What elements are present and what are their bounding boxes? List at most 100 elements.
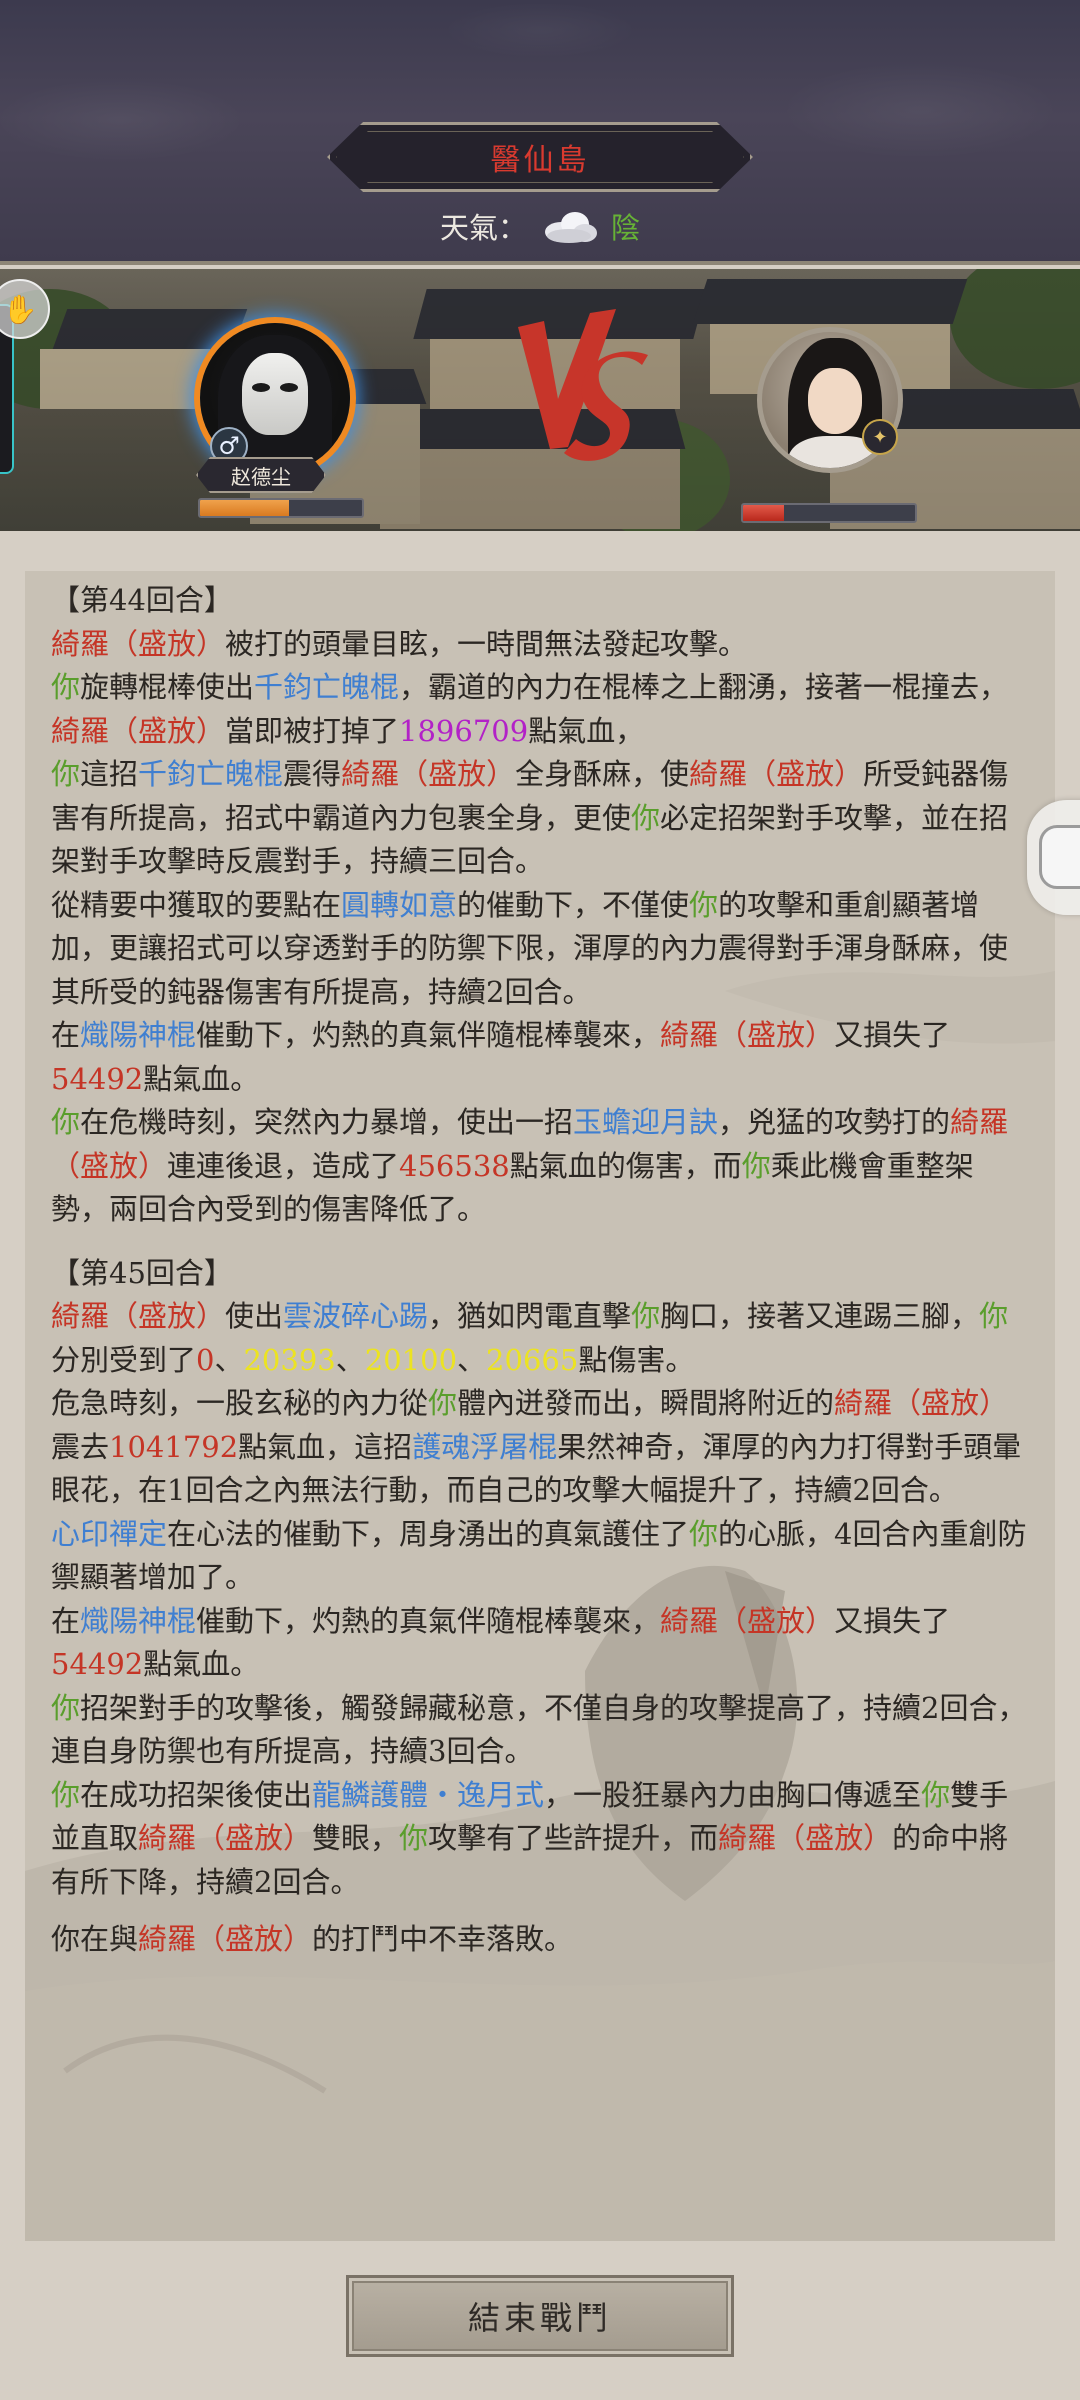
log-line: 你招架對手的攻擊後，觸發歸藏秘意，不僅自身的攻擊提高了，持續2回合，連自身防禦也… bbox=[51, 1687, 1027, 1774]
player-ref: 你 bbox=[399, 1821, 429, 1855]
enemy-name-ref: 54492 bbox=[51, 1647, 144, 1681]
log-text: 在危機時刻，突然內力暴增，使出一招 bbox=[80, 1105, 574, 1139]
log-text: 全身酥麻，使 bbox=[515, 757, 690, 791]
log-text: ，兇猛的攻勢打的 bbox=[718, 1105, 951, 1139]
skill-name: 千鈞亡魄棍 bbox=[138, 757, 284, 791]
player-ref: 你 bbox=[921, 1777, 951, 1812]
weather-row: 天氣： 陰 bbox=[0, 205, 1080, 247]
battle-log[interactable]: 【第44回合】 綺羅（盛放）被打的頭暈目眩，一時間無法發起攻擊。 你旋轉棍棒使出千… bbox=[25, 571, 1055, 2241]
enemy-name-ref: 54492 bbox=[51, 1061, 144, 1096]
log-text: 點氣血的傷害，而 bbox=[509, 1148, 742, 1183]
vs-icon bbox=[518, 309, 648, 461]
player-hp-bar bbox=[198, 498, 364, 518]
floating-assistant-button[interactable] bbox=[1027, 800, 1080, 915]
log-line: 你在成功招架後使出龍鱗護體・逸月式，一股狂暴內力由胸口傳遞至你雙手並直取綺羅（盛… bbox=[51, 1774, 1027, 1905]
log-text: 這招 bbox=[80, 757, 139, 791]
battle-banner: ✋ ♂ 赵德尘 ✦ bbox=[0, 269, 1080, 531]
enemy-name-ref: 綺羅（盛放） bbox=[138, 1821, 313, 1855]
log-text: 連連後退，造成了 bbox=[167, 1148, 400, 1183]
top-header: 醫仙島 天氣： 陰 bbox=[0, 0, 1080, 265]
log-text: 被打的頭暈目眩，一時間無法發起攻擊。 bbox=[225, 626, 748, 661]
skill-name: 雲波碎心踢 bbox=[283, 1299, 429, 1333]
assistant-icon bbox=[1039, 825, 1080, 889]
skill-name: 心印禪定 bbox=[51, 1516, 168, 1551]
skill-name: 熾陽神棍 bbox=[80, 1603, 197, 1638]
mask bbox=[242, 353, 308, 435]
log-text: 體內迸發而出，瞬間將附近的 bbox=[457, 1386, 835, 1420]
cloud-icon bbox=[545, 212, 597, 243]
battle-result-line: 你在與綺羅（盛放）的打鬥中不幸落敗。 bbox=[51, 1918, 1027, 1962]
log-text: 胸口，接著又連踢三腳， bbox=[660, 1299, 980, 1333]
log-text: 點氣血，這招 bbox=[238, 1429, 413, 1464]
log-text: ，猶如閃電直擊 bbox=[428, 1299, 632, 1333]
battle-log-text: 【第44回合】 綺羅（盛放）被打的頭暈目眩，一時間無法發起攻擊。 你旋轉棍棒使出千… bbox=[25, 571, 1055, 1962]
log-text: 點氣血。 bbox=[143, 1647, 260, 1681]
log-text: 從精要中獲取的要點在 bbox=[51, 887, 342, 922]
round-44-header: 【第44回合】 bbox=[51, 583, 233, 617]
player-ref: 你 bbox=[51, 1777, 81, 1812]
log-text: 、 bbox=[335, 1342, 365, 1377]
log-line: 你旋轉棍棒使出千鈞亡魄棍，霸道的內力在棍棒之上翻湧，接著一棍撞去， 綺羅（盛放）當… bbox=[51, 666, 1027, 753]
round-44-body: 綺羅（盛放）被打的頭暈目眩，一時間無法發起攻擊。 你旋轉棍棒使出千鈞亡魄棍，霸道的… bbox=[51, 623, 1027, 1232]
log-text: 點氣血。 bbox=[143, 1061, 260, 1096]
player-ref: 你 bbox=[428, 1386, 458, 1420]
skill-name: 玉蟾迎月訣 bbox=[573, 1105, 719, 1139]
location-title-plate: 醫仙島 bbox=[327, 122, 753, 192]
player-ref: 你 bbox=[51, 1690, 81, 1725]
weather-value: 陰 bbox=[611, 211, 641, 245]
enemy-name-ref: 綺羅（盛放） bbox=[718, 1821, 893, 1855]
enemy-name-ref: 綺羅（盛放） bbox=[660, 1018, 835, 1052]
log-text: 、 bbox=[457, 1342, 487, 1377]
damage-value: 1896709 bbox=[399, 713, 529, 748]
log-text: 在成功招架後使出 bbox=[80, 1777, 313, 1812]
weather-label: 天氣： bbox=[439, 211, 527, 245]
log-line: 綺羅（盛放）使出雲波碎心踢，猶如閃電直擊你胸口，接著又連踢三腳，你分別受到了0、… bbox=[51, 1295, 1027, 1382]
enemy-name-ref: 1041792 bbox=[109, 1429, 239, 1464]
player-ref: 你 bbox=[51, 1105, 81, 1139]
log-text: 危急時刻，一股玄秘的內力從 bbox=[51, 1386, 429, 1420]
player-ref: 你 bbox=[689, 887, 719, 922]
enemy-name-ref: 綺羅（盛放） bbox=[834, 1386, 1009, 1420]
enemy-name-ref: 綺羅（盛放） bbox=[341, 757, 516, 791]
log-text: 震去 bbox=[51, 1429, 110, 1464]
location-title: 醫仙島 bbox=[490, 143, 590, 178]
enemy-name-ref: 綺羅（盛放） bbox=[51, 713, 226, 748]
enemy-name-ref: 0 bbox=[196, 1342, 215, 1377]
log-text: 、 bbox=[214, 1342, 244, 1377]
log-line: 在熾陽神棍催動下，灼熱的真氣伴隨棍棒襲來，綺羅（盛放）又損失了 54492點氣血。 bbox=[51, 1014, 1027, 1101]
hit-damage-value: 20100 bbox=[364, 1342, 458, 1377]
log-text: 又損失了 bbox=[834, 1603, 951, 1638]
player-ref: 你 bbox=[631, 800, 661, 835]
enemy-rank-icon: ✦ bbox=[862, 419, 898, 455]
enemy-name-ref: 綺羅（盛放） bbox=[138, 1922, 313, 1956]
player-ref: 你 bbox=[979, 1299, 1009, 1333]
skill-name: 龍鱗護體・逸月式 bbox=[312, 1777, 545, 1812]
enemy-hp-bar bbox=[741, 503, 917, 523]
hit-damage-value: 20393 bbox=[243, 1342, 336, 1377]
skill-name: 護魂浮屠棍 bbox=[412, 1429, 558, 1464]
log-text: 當即被打掉了 bbox=[225, 713, 400, 748]
round-45-header: 【第45回合】 bbox=[51, 1255, 233, 1290]
log-text: 震得 bbox=[283, 757, 342, 791]
enemy-name-ref: 綺羅（盛放） bbox=[660, 1603, 835, 1638]
player-name: 赵德尘 bbox=[196, 457, 326, 493]
log-text: 催動下，灼熱的真氣伴隨棍棒襲來， bbox=[196, 1603, 661, 1638]
enemy-name-ref: 456538 bbox=[399, 1148, 510, 1183]
log-text: 旋轉棍棒使出 bbox=[80, 670, 255, 704]
log-text: 在心法的催動下，周身湧出的真氣護住了 bbox=[167, 1516, 690, 1551]
log-text: 分別受到了 bbox=[51, 1342, 197, 1377]
log-line: 心印禪定在心法的催動下，周身湧出的真氣護住了你的心脈，4回合內重創防禦顯著增加了… bbox=[51, 1513, 1027, 1600]
player-ref: 你 bbox=[631, 1299, 661, 1333]
enemy-name-ref: 綺羅（盛放） bbox=[51, 626, 226, 661]
log-text: 攻擊有了些許提升，而 bbox=[428, 1821, 719, 1855]
log-text: 招架對手的攻擊後，觸發歸藏秘意，不僅自身的攻擊提高了，持續2回合，連自身防禦也有… bbox=[51, 1690, 1027, 1769]
log-line: 你在危機時刻，突然內力暴增，使出一招玉蟾迎月訣，兇猛的攻勢打的綺羅（盛放）連連後… bbox=[51, 1101, 1027, 1232]
skill-name: 千鈞亡魄棍 bbox=[254, 670, 400, 704]
log-line: 從精要中獲取的要點在圓轉如意的催動下，不僅使你的攻擊和重創顯著增加，更讓招式可以… bbox=[51, 884, 1027, 1015]
end-battle-button[interactable]: 結束戰鬥 bbox=[346, 2275, 734, 2357]
log-text: 使出 bbox=[225, 1299, 284, 1333]
log-text: 的催動下，不僅使 bbox=[457, 887, 690, 922]
log-line: 你這招千鈞亡魄棍震得綺羅（盛放）全身酥麻，使綺羅（盛放）所受鈍器傷害有所提高，招… bbox=[51, 753, 1027, 884]
player-ref: 你 bbox=[689, 1516, 719, 1551]
skill-name: 圓轉如意 bbox=[341, 887, 458, 922]
